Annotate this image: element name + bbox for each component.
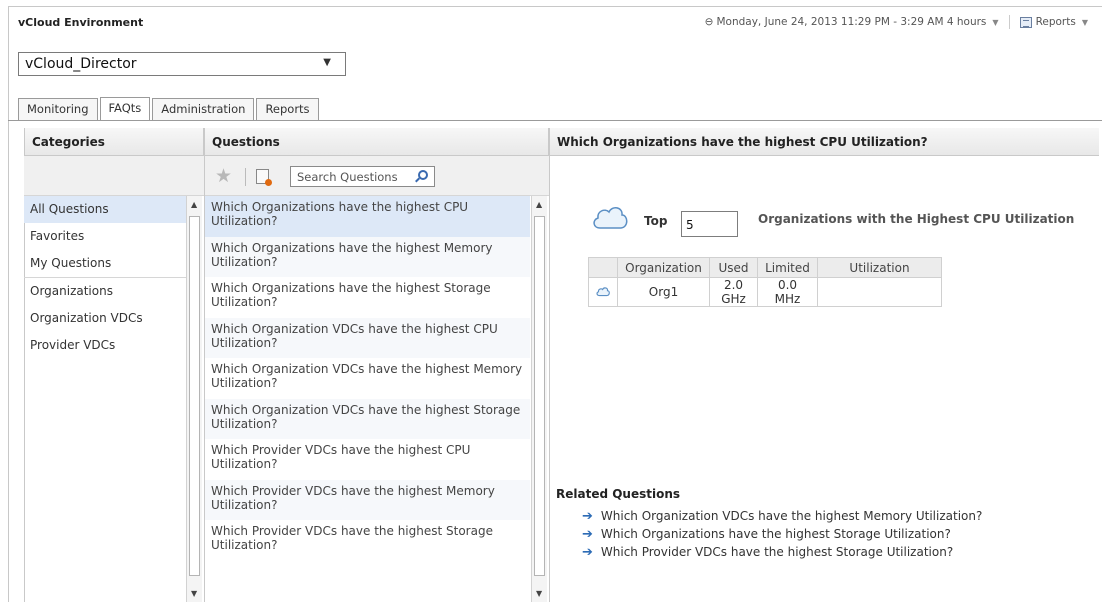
related-question-text[interactable]: Which Provider VDCs have the highest Sto… — [601, 545, 953, 559]
chevron-down-icon[interactable]: ▼ — [992, 18, 998, 27]
time-range-icon: ⊖ — [704, 16, 714, 28]
header-controls: ⊖ Monday, June 24, 2013 11:29 PM - 3:29 … — [705, 15, 1088, 29]
favorite-star-icon[interactable]: ★ — [215, 167, 232, 186]
organizations-table: Organization Used Limited Utilization Or… — [588, 257, 942, 307]
tab-faqts[interactable]: FAQts — [99, 97, 151, 121]
cloud-icon — [596, 286, 610, 296]
clear-filter-icon[interactable] — [256, 169, 272, 186]
category-all-questions[interactable]: All Questions — [24, 196, 186, 223]
related-question-link[interactable]: ➔ Which Provider VDCs have the highest S… — [582, 543, 982, 561]
list-item[interactable]: Which Provider VDCs have the highest Mem… — [205, 479, 530, 520]
column-header-limited[interactable]: Limited — [757, 257, 818, 278]
category-favorites[interactable]: Favorites — [24, 223, 186, 250]
search-placeholder: Search Questions — [297, 170, 398, 184]
column-header-used[interactable]: Used — [709, 257, 758, 278]
column-header-icon — [588, 257, 618, 278]
table-row[interactable]: Org1 2.0 GHz 0.0 MHz — [588, 277, 942, 307]
related-questions-header: Related Questions — [556, 487, 681, 501]
column-header-utilization[interactable]: Utilization — [817, 257, 942, 278]
list-item[interactable]: Which Organizations have the highest Mem… — [205, 236, 530, 277]
limited-cell: 0.0 MHz — [757, 277, 818, 307]
scroll-thumb[interactable] — [189, 216, 200, 576]
tab-reports[interactable]: Reports — [256, 98, 319, 120]
scroll-thumb[interactable] — [534, 216, 545, 576]
result-title: Organizations with the Highest CPU Utili… — [758, 212, 1075, 226]
related-question-text[interactable]: Which Organization VDCs have the highest… — [601, 509, 982, 523]
top-label: Top — [644, 214, 668, 228]
reports-icon — [1019, 16, 1032, 28]
table-header-row: Organization Used Limited Utilization — [588, 257, 942, 278]
questions-list: Which Organizations have the highest CPU… — [205, 196, 530, 561]
page-title: vCloud Environment — [18, 16, 144, 29]
arrow-right-icon: ➔ — [582, 508, 593, 524]
row-icon-cell — [588, 277, 618, 307]
category-organization-vdcs[interactable]: Organization VDCs — [24, 305, 186, 332]
categories-scrollbar[interactable]: ▲ ▼ — [186, 196, 202, 602]
tab-administration[interactable]: Administration — [152, 98, 255, 120]
questions-header: Questions — [204, 128, 549, 156]
top-count-input[interactable]: 5 — [681, 211, 738, 237]
environment-select[interactable]: vCloud_Director ▼ — [18, 52, 346, 76]
list-item[interactable]: Which Provider VDCs have the highest CPU… — [205, 439, 530, 480]
scroll-up-icon[interactable]: ▲ — [191, 200, 197, 209]
tab-divider — [8, 120, 1102, 121]
organization-cell[interactable]: Org1 — [617, 277, 710, 307]
environment-select-value: vCloud_Director — [25, 56, 137, 72]
categories-header: Categories — [24, 128, 204, 156]
reports-menu[interactable]: Reports — [1036, 16, 1076, 28]
utilization-cell — [817, 277, 942, 307]
scroll-down-icon[interactable]: ▼ — [191, 589, 197, 598]
search-icon[interactable] — [418, 170, 428, 180]
answer-header: Which Organizations have the highest CPU… — [549, 128, 1099, 156]
used-cell: 2.0 GHz — [709, 277, 758, 307]
tab-bar: Monitoring FAQts Administration Reports — [18, 97, 321, 121]
divider — [1008, 15, 1010, 29]
time-range-selector[interactable]: Monday, June 24, 2013 11:29 PM - 3:29 AM… — [716, 16, 986, 28]
divider — [549, 128, 550, 602]
related-questions: Related Questions ➔ Which Organization V… — [556, 487, 982, 561]
list-item[interactable]: Which Organization VDCs have the highest… — [205, 317, 530, 358]
categories-toolbar — [24, 156, 204, 196]
chevron-down-icon[interactable]: ▼ — [323, 57, 331, 68]
column-header-organization[interactable]: Organization — [617, 257, 710, 278]
divider — [245, 168, 246, 186]
related-question-link[interactable]: ➔ Which Organizations have the highest S… — [582, 525, 982, 543]
arrow-right-icon: ➔ — [582, 526, 593, 542]
chevron-down-icon[interactable]: ▼ — [1082, 18, 1088, 27]
cloud-icon — [593, 207, 628, 229]
list-item[interactable]: Which Organization VDCs have the highest… — [205, 358, 530, 399]
category-provider-vdcs[interactable]: Provider VDCs — [24, 332, 186, 359]
related-question-text[interactable]: Which Organizations have the highest Sto… — [601, 527, 951, 541]
search-questions-input[interactable]: Search Questions — [290, 166, 435, 187]
arrow-right-icon: ➔ — [582, 544, 593, 560]
category-my-questions[interactable]: My Questions — [24, 250, 186, 277]
scroll-down-icon[interactable]: ▼ — [536, 589, 542, 598]
list-item[interactable]: Which Organization VDCs have the highest… — [205, 398, 530, 439]
list-item[interactable]: Which Organizations have the highest CPU… — [205, 196, 530, 237]
questions-toolbar: ★ Search Questions — [205, 156, 549, 196]
related-question-link[interactable]: ➔ Which Organization VDCs have the highe… — [582, 507, 982, 525]
category-organizations[interactable]: Organizations — [24, 278, 186, 305]
list-item[interactable]: Which Organizations have the highest Sto… — [205, 277, 530, 318]
categories-list: All Questions Favorites My Questions Org… — [24, 196, 186, 359]
scroll-up-icon[interactable]: ▲ — [536, 200, 542, 209]
questions-scrollbar[interactable]: ▲ ▼ — [531, 196, 547, 602]
tab-monitoring[interactable]: Monitoring — [18, 98, 98, 120]
list-item[interactable]: Which Provider VDCs have the highest Sto… — [205, 520, 530, 561]
